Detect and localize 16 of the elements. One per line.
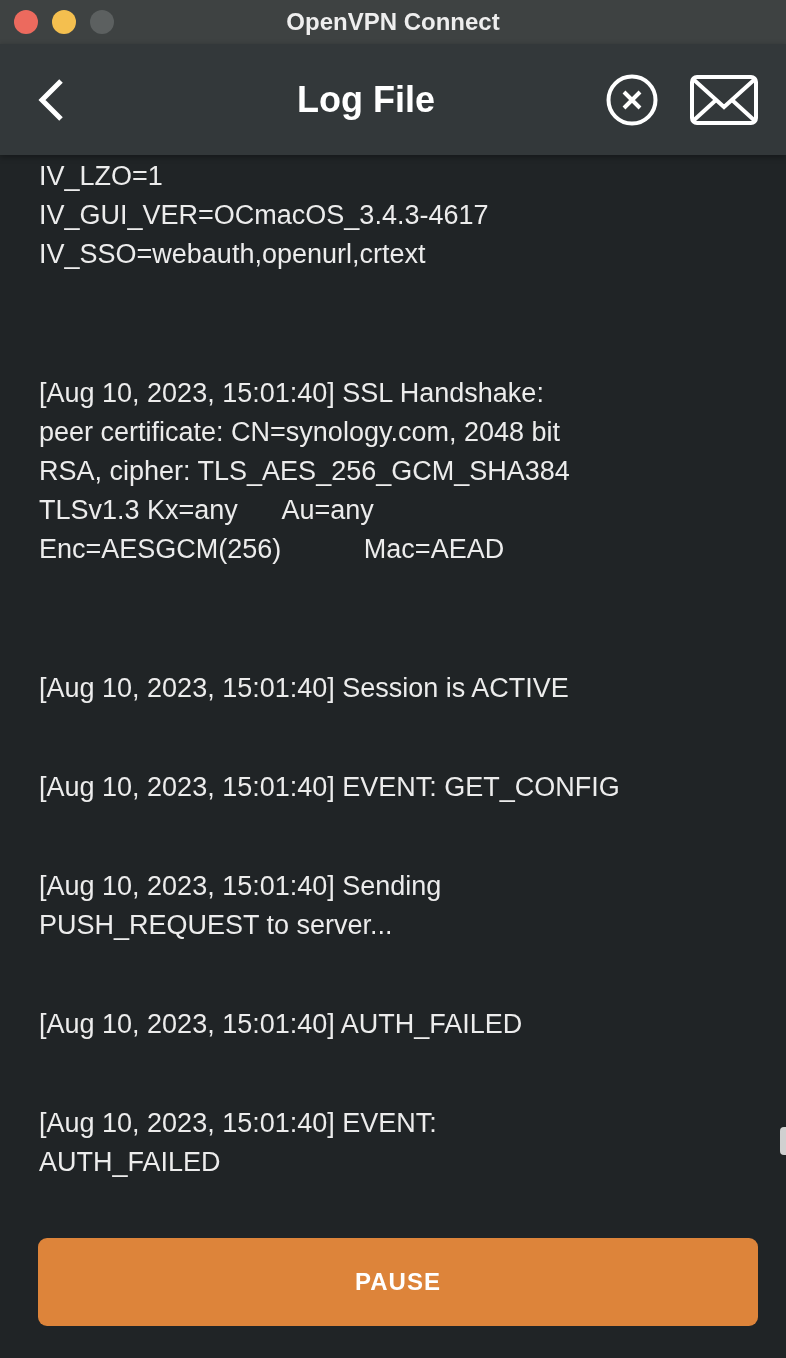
clear-icon[interactable] bbox=[606, 73, 658, 126]
log-entry: [Aug 10, 2023, 15:01:40] EVENT: AUTH_FAILED bbox=[39, 1107, 438, 1179]
pause-button[interactable]: PAUSE bbox=[38, 1238, 758, 1326]
close-window-button[interactable] bbox=[14, 10, 38, 34]
log-entry: [Aug 10, 2023, 15:01:40] Session is ACTIVE bbox=[39, 672, 570, 705]
log-entry: IV_LZO=1 IV_GUI_VER=OCmacOS_3.4.3-4617 IV_SSO=webauth,openurl,crtext bbox=[39, 160, 490, 271]
scrollbar-thumb[interactable] bbox=[780, 1127, 786, 1155]
log-entry: [Aug 10, 2023, 15:01:40] AUTH_FAILED bbox=[39, 1008, 524, 1041]
log-entry: [Aug 10, 2023, 15:01:40] SSL Handshake: peer certificate: CN=synology.com, 2048 bit RSA, cipher: TLS_AES_256_GCM_SHA384 TLSv1.3 Kx=any Au=any Enc=AESGCM(256) Mac=AEAD bbox=[39, 377, 571, 566]
page-title: Log File bbox=[296, 78, 436, 121]
window-title: OpenVPN Connect bbox=[286, 8, 500, 36]
log-entry: [Aug 10, 2023, 15:01:40] EVENT: GET_CONFIG bbox=[39, 771, 621, 804]
envelope-icon[interactable] bbox=[690, 74, 758, 125]
back-icon[interactable] bbox=[36, 77, 66, 122]
minimize-window-button[interactable] bbox=[52, 10, 76, 34]
log-entry: [Aug 10, 2023, 15:01:40] Sending PUSH_REQUEST to server... bbox=[39, 870, 443, 942]
